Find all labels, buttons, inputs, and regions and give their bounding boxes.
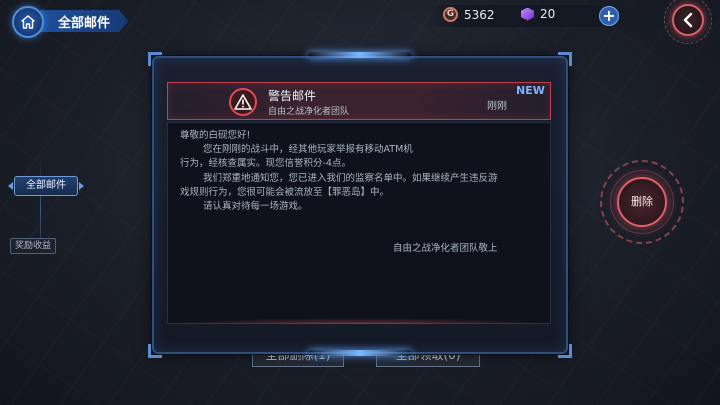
warning-triangle-icon [234, 94, 252, 110]
new-badge: NEW [516, 84, 545, 97]
mail-body-line: 戏规则行为，您很可能会被流放至【罪恶岛】中。 [180, 187, 390, 198]
panel-corner [148, 344, 162, 358]
panel-bottom-glow [308, 350, 412, 356]
mail-signature: 自由之战净化者团队敬上 [393, 243, 498, 254]
mail-sender: 自由之战净化者团队 [268, 107, 350, 117]
gold-currency: G 5362 [443, 7, 495, 22]
tab-reward-income[interactable]: 奖励收益 [10, 238, 56, 254]
mail-body-line: 行为，经核查属实。现您信誉积分-4点。 [180, 158, 351, 169]
mail-body-line: 您在刚刚的战斗中，经其他玩家举报有移动ATM机 [203, 144, 413, 155]
gem-icon [521, 7, 534, 21]
panel-top-glow [308, 52, 412, 58]
home-icon [21, 15, 35, 29]
warning-icon [229, 88, 257, 116]
panel-corner [558, 344, 572, 358]
chevron-left-icon [683, 12, 693, 28]
delete-button[interactable]: 删除 [617, 177, 667, 227]
back-button[interactable] [672, 4, 704, 36]
mail-body-line: 尊敬的白砚您好! [180, 130, 251, 141]
gold-amount: 5362 [464, 7, 495, 22]
page-title-bar: 全部邮件 [40, 10, 128, 32]
mail-time: 刚刚 [487, 101, 507, 112]
gem-amount: 20 [540, 7, 556, 21]
gold-coin-icon: G [443, 7, 458, 22]
tab-all-mail[interactable]: 全部邮件 [8, 176, 84, 196]
mail-body-glow [167, 318, 551, 324]
mail-body-line: 请认真对待每一场游戏。 [203, 201, 308, 212]
gem-currency: 20 [521, 7, 555, 21]
mail-body-line: 我们郑重地通知您，您已进入我们的监察名单中。如果继续产生违反游 [203, 173, 498, 184]
add-currency-button[interactable]: + [599, 6, 619, 26]
home-button[interactable] [12, 6, 44, 38]
panel-corner [558, 52, 572, 66]
panel-corner [148, 52, 162, 66]
page-title: 全部邮件 [58, 15, 111, 31]
mail-title: 警告邮件 [268, 89, 317, 103]
